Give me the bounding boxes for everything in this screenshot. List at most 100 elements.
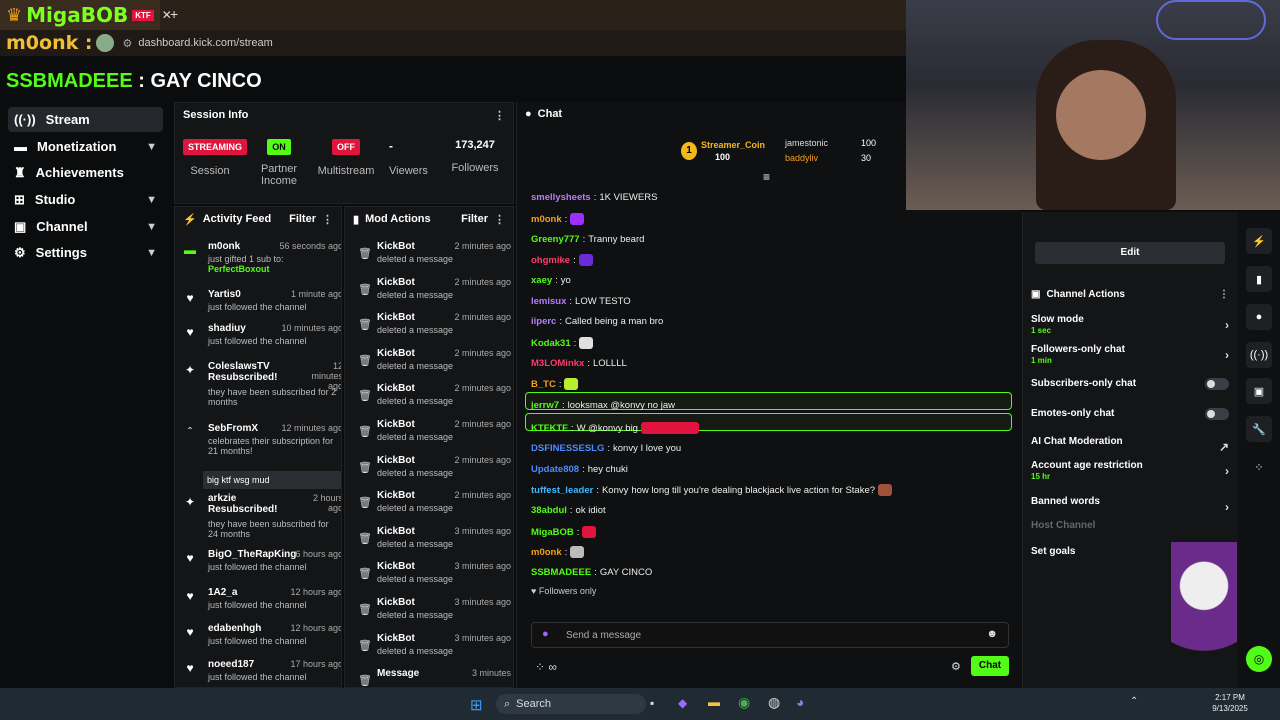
chat-username[interactable]: SSBMADEEE xyxy=(531,567,591,578)
gear-icon[interactable]: ⚙ xyxy=(951,660,961,673)
chat-message[interactable]: m0onk: xyxy=(531,213,585,225)
collapse-icon[interactable]: ≡ xyxy=(763,170,770,184)
chat-message[interactable]: B_TC: xyxy=(531,378,579,390)
more-icon[interactable]: ⋮ xyxy=(494,109,505,122)
chat-username[interactable]: smellysheets xyxy=(531,192,591,203)
mod-action-item[interactable]: 🗑 KickBot 2 minutes ago deleted a message xyxy=(353,419,511,453)
chat-username[interactable]: M3LOMinkx xyxy=(531,358,584,369)
send-chat-button[interactable]: Chat xyxy=(971,656,1009,676)
chat-message[interactable]: xaey: yo xyxy=(531,275,571,286)
activity-item[interactable]: ♥ BigO_TheRapKing 6 hours ago just followed… xyxy=(183,549,341,583)
discord-icon[interactable]: ◕ xyxy=(796,694,804,710)
chat-username[interactable]: xaey xyxy=(531,275,552,286)
mod-action-item[interactable]: 🗑 KickBot 3 minutes ago deleted a message xyxy=(353,561,511,595)
chat-message[interactable]: ohgmike: xyxy=(531,254,593,266)
wrench-icon[interactable]: 🔧 xyxy=(1246,416,1272,442)
mod-action-item[interactable]: 🗑 Message 3 minutes xyxy=(353,668,511,687)
sidebar-item-achievements[interactable]: ♜ Achievements xyxy=(8,160,163,185)
host-channel-setting[interactable]: Host Channel xyxy=(1031,520,1229,531)
app-icon[interactable]: ◍ xyxy=(768,694,780,711)
more-icon[interactable]: ⋮ xyxy=(322,213,333,226)
mod-action-item[interactable]: 🗑 KickBot 3 minutes ago deleted a message xyxy=(353,633,511,667)
file-explorer-icon[interactable]: ▬ xyxy=(708,695,720,709)
mod-action-item[interactable]: 🗑 KickBot 2 minutes ago deleted a message xyxy=(353,312,511,346)
more-icon[interactable]: ⋮ xyxy=(494,213,505,226)
banned-words-setting[interactable]: Banned words › xyxy=(1031,496,1229,514)
chat-message[interactable]: DSFINESSESLG: konvy I love you xyxy=(531,443,681,454)
filter-button[interactable]: Filter xyxy=(461,213,488,225)
chat-message[interactable]: lemisux: LOW TESTO xyxy=(531,296,631,307)
subscribers-only-toggle[interactable] xyxy=(1205,378,1229,390)
chat-username[interactable]: m0onk xyxy=(531,547,562,558)
followers-only-setting[interactable]: Followers-only chat 1 min › xyxy=(1031,344,1229,365)
activity-item[interactable]: ♥ noeed187 17 hours ago just followed the c… xyxy=(183,659,341,687)
activity-item[interactable]: ♥ Yartis0 1 minute ago just followed the ch… xyxy=(183,289,341,323)
ai-moderation-setting[interactable]: AI Chat Moderation ↗ xyxy=(1031,436,1229,454)
mod-action-item[interactable]: 🗑 KickBot 2 minutes ago deleted a message xyxy=(353,277,511,311)
emoji-icon[interactable]: ☻ xyxy=(986,628,998,640)
chat-username[interactable]: iiperc xyxy=(531,316,556,327)
chat-message[interactable]: M3LOMinkx: LOLLLL xyxy=(531,358,627,369)
mod-action-item[interactable]: 🗑 KickBot 2 minutes ago deleted a message xyxy=(353,490,511,524)
chat-message[interactable]: MigaBOB: xyxy=(531,526,597,538)
chat-message[interactable]: smellysheets:1K VIEWERS xyxy=(531,192,657,203)
activity-item[interactable]: ✦ ColeslawsTV Resubscribed! 12 minutes ago… xyxy=(183,361,341,407)
new-tab-button[interactable]: + xyxy=(170,6,178,22)
microphone-icon[interactable]: ● xyxy=(542,628,549,640)
broadcast-icon[interactable]: ((·)) xyxy=(1246,342,1272,368)
mod-action-item[interactable]: 🗑 KickBot 2 minutes ago deleted a message xyxy=(353,383,511,417)
sidebar-item-stream[interactable]: ((·)) Stream xyxy=(8,107,163,132)
chat-username[interactable]: ohgmike xyxy=(531,255,570,266)
chat-tools-icon[interactable]: ⁘ ∞ xyxy=(535,660,557,674)
activity-item[interactable]: ♥ 1A2_a 12 hours ago just followed the chan… xyxy=(183,587,341,621)
url-field[interactable]: dashboard.kick.com/stream xyxy=(138,37,273,49)
mod-action-item[interactable]: 🗑 KickBot 2 minutes ago deleted a message xyxy=(353,348,511,382)
chat-message[interactable]: m0onk: xyxy=(531,546,585,558)
slow-mode-setting[interactable]: Slow mode 1 sec › xyxy=(1031,314,1229,335)
activity-item[interactable]: ▬ m0onk 56 seconds ago just gifted 1 sub to… xyxy=(183,241,341,275)
chat-username[interactable]: Greeny777 xyxy=(531,234,580,245)
more-icon[interactable]: ⋮ xyxy=(1219,289,1229,300)
clock[interactable]: 2:17 PM 9/13/2025 xyxy=(1208,692,1252,714)
connect-icon[interactable]: ⁘ xyxy=(1246,454,1272,480)
chat-message[interactable]: iiperc: Called being a man bro xyxy=(531,316,663,327)
lightning-icon[interactable]: ⚡ xyxy=(1246,228,1272,254)
chat-username[interactable]: B_TC xyxy=(531,379,556,390)
edit-button[interactable]: Edit xyxy=(1035,242,1225,264)
chat-message[interactable]: tuffest_leader: Konvy how long till you're… xyxy=(531,484,893,496)
chat-username[interactable]: tuffest_leader xyxy=(531,485,593,496)
channel-icon[interactable]: ▣ xyxy=(1246,378,1272,404)
activity-item[interactable]: ˆ SebFromX 12 minutes ago celebrates their … xyxy=(183,423,341,489)
sidebar-item-studio[interactable]: ⊞ Studio ▼ xyxy=(8,187,163,212)
browser-tab[interactable]: ♛ MigaBOB KTF ✕ xyxy=(0,0,172,30)
sidebar-item-channel[interactable]: ▣ Channel ▼ xyxy=(8,214,163,239)
activity-item[interactable]: ♥ edabenhgh 12 hours ago just followed the … xyxy=(183,623,341,657)
chat-message[interactable]: KTFKTF: W @konvy big xyxy=(531,422,699,434)
mod-action-item[interactable]: 🗑 KickBot 3 minutes ago deleted a message xyxy=(353,526,511,560)
chat-username[interactable]: lemisux xyxy=(531,296,566,307)
activity-item[interactable]: ♥ shadiuy 10 minutes ago just followed the … xyxy=(183,323,341,357)
chat-input[interactable]: ● Send a message ☻ xyxy=(531,622,1009,648)
windows-start-icon[interactable]: ⊞ xyxy=(470,696,483,714)
chat-username[interactable]: 38abdul xyxy=(531,505,567,516)
activity-item[interactable]: ✦ arkzie Resubscribed! 2 hours ago they hav… xyxy=(183,493,341,539)
chat-username[interactable]: MigaBOB xyxy=(531,527,574,538)
age-restriction-setting[interactable]: Account age restriction 15 hr › xyxy=(1031,460,1229,481)
chat-username[interactable]: DSFINESSESLG xyxy=(531,443,604,454)
chat-message[interactable]: 38abdul: ok idiot xyxy=(531,505,606,516)
support-icon[interactable]: ◎ xyxy=(1246,646,1272,672)
chat-username[interactable]: jerrw7 xyxy=(531,400,559,411)
mod-action-item[interactable]: 🗑 KickBot 3 minutes ago deleted a message xyxy=(353,597,511,631)
chevron-up-icon[interactable]: ⌃ xyxy=(1130,696,1138,707)
emotes-only-toggle[interactable] xyxy=(1205,408,1229,420)
mod-action-item[interactable]: 🗑 KickBot 2 minutes ago deleted a message xyxy=(353,241,511,275)
copilot-icon[interactable]: ◆ xyxy=(678,696,687,710)
chat-message[interactable]: Greeny777: Tranny beard xyxy=(531,234,644,245)
chat-icon[interactable]: ● xyxy=(1246,304,1272,330)
chrome-icon[interactable]: ◉ xyxy=(738,694,750,711)
site-info-icon[interactable]: ⚙ xyxy=(122,37,132,50)
chat-username[interactable]: m0onk xyxy=(531,214,562,225)
filter-button[interactable]: Filter xyxy=(289,213,316,225)
chat-message[interactable]: Update808: hey chuki xyxy=(531,464,628,475)
chat-username[interactable]: Update808 xyxy=(531,464,579,475)
